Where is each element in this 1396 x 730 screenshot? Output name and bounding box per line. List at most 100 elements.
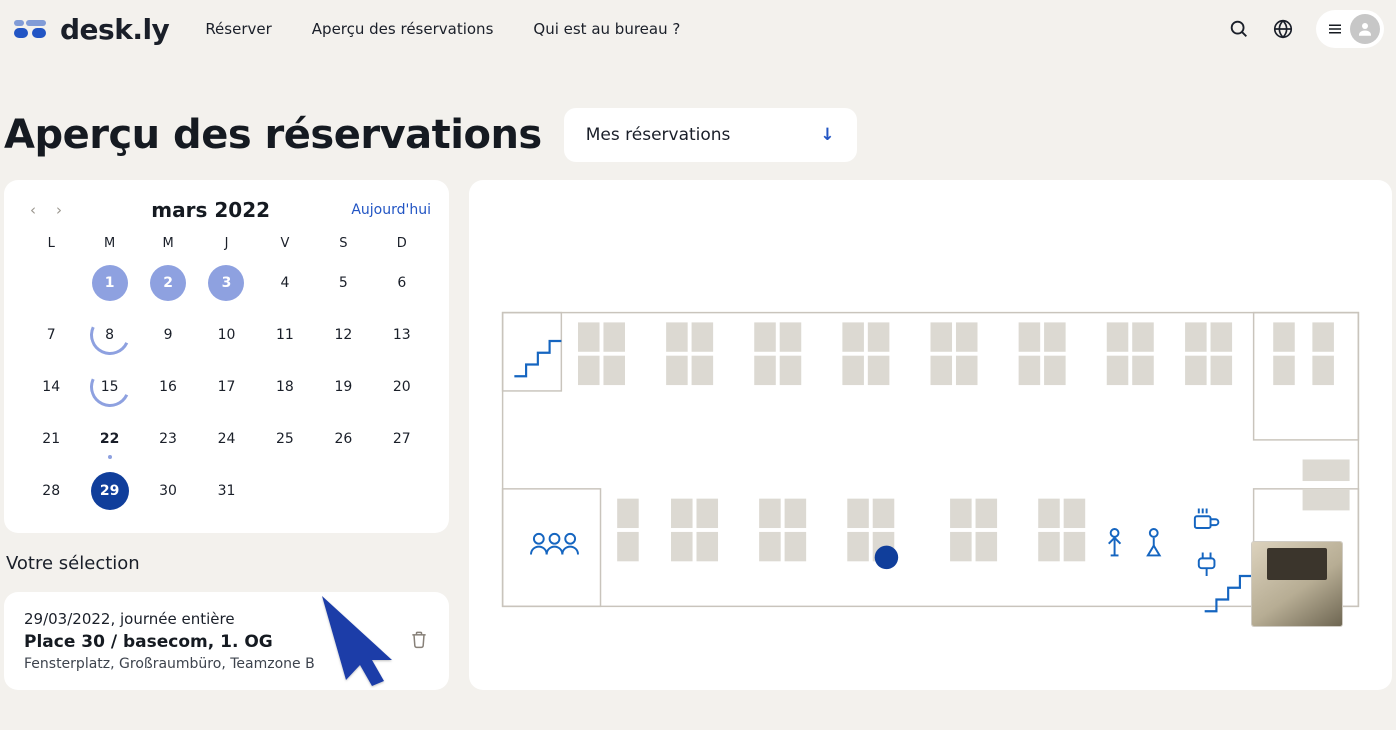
calendar-day[interactable]: 6 [373,263,431,303]
selection-text: 29/03/2022, journée entière Place 30 / b… [24,610,315,672]
calendar-day[interactable]: 9 [139,315,197,355]
desk[interactable] [1303,459,1350,481]
calendar-day[interactable]: 17 [197,367,255,407]
desk-cluster[interactable] [617,499,639,562]
floorplan[interactable] [489,200,1372,670]
globe-icon [1272,18,1294,40]
calendar-day[interactable]: 25 [256,419,314,459]
calendar-day[interactable]: 18 [256,367,314,407]
calendar-day[interactable]: 15 [80,367,138,407]
calendar-day[interactable]: 23 [139,419,197,459]
calendar-day[interactable]: 22 [80,419,138,459]
search-icon [1228,18,1250,40]
calendar-day[interactable]: 3 [197,263,255,303]
logo[interactable]: desk.ly [14,13,169,46]
calendar-day[interactable]: 30 [139,471,197,511]
left-column: ‹ › mars 2022 Aujourd'hui LMMJVSD1234567… [4,180,449,690]
calendar-day[interactable]: 27 [373,419,431,459]
person-female-icon [1148,529,1160,555]
nav-reserve[interactable]: Réserver [205,20,271,38]
calendar-day[interactable]: 14 [22,367,80,407]
nav-who[interactable]: Qui est au bureau ? [533,20,680,38]
floorplan-card [469,180,1392,690]
search-button[interactable] [1228,18,1250,40]
filter-dropdown-label: Mes réservations [586,125,731,145]
desk-cluster[interactable] [1107,322,1154,385]
plug-icon [1199,553,1215,577]
coffee-icon [1195,508,1219,528]
desk-cluster[interactable] [1185,322,1232,385]
calendar-day[interactable]: 26 [314,419,372,459]
content: ‹ › mars 2022 Aujourd'hui LMMJVSD1234567… [0,180,1396,690]
stairs-icon [514,341,561,376]
calendar-day[interactable]: 2 [139,263,197,303]
selection-tags: Fensterplatz, Großraumbüro, Teamzone B [24,656,315,672]
desk-cluster[interactable] [1273,322,1295,385]
avatar-icon [1350,14,1380,44]
person-male-icon [1109,529,1121,555]
desk-cluster[interactable] [1038,499,1085,562]
desk-cluster[interactable] [759,499,806,562]
calendar-day [373,471,431,511]
calendar-day[interactable]: 10 [197,315,255,355]
calendar-day[interactable]: 1 [80,263,138,303]
trash-icon [409,628,429,650]
calendar-nav: ‹ › [22,199,70,221]
desk-cluster[interactable] [931,322,978,385]
desk[interactable] [1303,489,1350,511]
calendar-day [314,471,372,511]
calendar-day[interactable]: 19 [314,367,372,407]
logo-text: desk.ly [60,13,169,46]
calendar-day[interactable]: 11 [256,315,314,355]
selected-desk-marker[interactable] [875,546,899,570]
page-header: Aperçu des réservations Mes réservations… [0,58,1396,180]
calendar-day[interactable]: 8 [80,315,138,355]
calendar-day[interactable]: 29 [80,471,138,511]
top-right [1228,10,1388,48]
calendar-day[interactable]: 28 [22,471,80,511]
nav-overview[interactable]: Aperçu des réservations [312,20,494,38]
desk-cluster[interactable] [1312,322,1334,385]
desk-cluster[interactable] [950,499,997,562]
delete-selection-button[interactable] [409,628,429,654]
people-icon [531,534,578,555]
selection-card: 29/03/2022, journée entière Place 30 / b… [4,592,449,690]
menu-icon [1326,20,1344,38]
desk-cluster[interactable] [666,322,713,385]
desk-cluster[interactable] [842,322,889,385]
calendar-day [256,471,314,511]
calendar-dow: V [256,236,314,251]
calendar-day[interactable]: 5 [314,263,372,303]
calendar-day[interactable]: 24 [197,419,255,459]
calendar-day[interactable]: 20 [373,367,431,407]
calendar-today-button[interactable]: Aujourd'hui [351,202,431,218]
calendar-day[interactable]: 13 [373,315,431,355]
calendar-day[interactable]: 31 [197,471,255,511]
filter-dropdown[interactable]: Mes réservations ↓ [564,108,857,162]
desk-cluster[interactable] [1019,322,1066,385]
calendar-next-button[interactable]: › [48,199,70,221]
desk-cluster[interactable] [754,322,801,385]
language-button[interactable] [1272,18,1294,40]
selection-date: 29/03/2022, journée entière [24,610,315,628]
logo-mark-icon [14,18,50,40]
desk-cluster[interactable] [578,322,625,385]
calendar-header: ‹ › mars 2022 Aujourd'hui [22,198,431,222]
calendar-month-label: mars 2022 [151,198,270,222]
calendar-dow: S [314,236,372,251]
calendar-dow: J [197,236,255,251]
desk-cluster[interactable] [671,499,718,562]
calendar-prev-button[interactable]: ‹ [22,199,44,221]
calendar-dow: D [373,236,431,251]
room-photo-thumbnail[interactable] [1252,542,1342,626]
calendar-day[interactable]: 12 [314,315,372,355]
calendar-day[interactable]: 4 [256,263,314,303]
calendar-dow: M [80,236,138,251]
calendar-day [22,263,80,303]
selection-heading: Votre sélection [6,553,449,574]
user-menu[interactable] [1316,10,1384,48]
calendar-day[interactable]: 16 [139,367,197,407]
page-title: Aperçu des réservations [4,112,542,158]
calendar-day[interactable]: 7 [22,315,80,355]
calendar-day[interactable]: 21 [22,419,80,459]
